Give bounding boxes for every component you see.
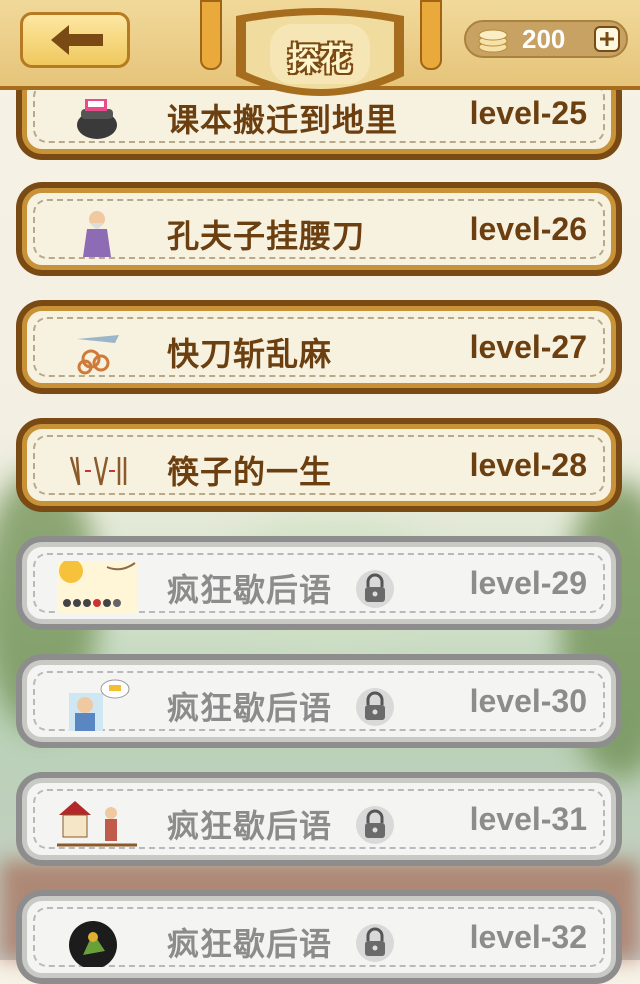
- level-row-27[interactable]: 快刀斩乱麻 level-27: [16, 300, 622, 394]
- old-woman-well-icon: [57, 801, 137, 847]
- level-row-28[interactable]: 筷子的一生 level-28: [16, 418, 622, 512]
- level-title: 快刀斩乱麻: [167, 335, 333, 373]
- level-row-32[interactable]: 疯狂歇后语 level-32: [16, 890, 622, 984]
- level-row-26[interactable]: 孔夫子挂腰刀 level-26: [16, 182, 622, 276]
- level-number: level-26: [469, 211, 587, 247]
- coin-counter: 200: [464, 20, 628, 58]
- back-button[interactable]: [20, 12, 130, 68]
- add-coins-button[interactable]: [594, 26, 620, 52]
- cooking-pot-icon: [77, 99, 117, 139]
- level-number: level-30: [469, 683, 587, 719]
- padlock-icon: [356, 924, 394, 962]
- crowd-sun-icon: [57, 561, 137, 613]
- padlock-icon: [356, 806, 394, 844]
- confucius-icon: [83, 211, 111, 257]
- coin-stack-icon: [478, 29, 508, 53]
- padlock-icon: [356, 688, 394, 726]
- level-title: 疯狂歇后语: [167, 689, 333, 727]
- page-title: 探花: [287, 40, 352, 78]
- level-row-29[interactable]: 疯狂歇后语 level-29: [16, 536, 622, 630]
- level-number: level-31: [469, 801, 587, 837]
- level-list: 课本搬迁到地里 level-25 孔夫子挂腰刀 level-26 快刀斩乱麻 l…: [0, 0, 640, 984]
- chopsticks-icon: [69, 456, 127, 486]
- back-arrow-icon: [51, 25, 103, 55]
- level-title: 筷子的一生: [167, 453, 333, 491]
- circle-figure-icon: [69, 921, 117, 967]
- coin-count: 200: [522, 24, 566, 54]
- level-title: 疯狂歇后语: [167, 925, 333, 963]
- level-row-31[interactable]: 疯狂歇后语 level-31: [16, 772, 622, 866]
- level-title: 疯狂歇后语: [167, 571, 333, 609]
- header-pillar-right: [420, 0, 442, 70]
- man-thinking-gold-icon: [69, 679, 130, 731]
- level-number: level-32: [469, 919, 587, 955]
- level-number: level-28: [469, 447, 587, 483]
- level-title: 疯狂歇后语: [167, 807, 333, 845]
- level-number: level-27: [469, 329, 587, 365]
- level-row-30[interactable]: 疯狂歇后语 level-30: [16, 654, 622, 748]
- level-title: 孔夫子挂腰刀: [167, 217, 366, 255]
- plus-icon: [600, 32, 614, 46]
- level-number: level-25: [469, 95, 587, 131]
- header-pillar-left: [200, 0, 222, 70]
- level-number: level-29: [469, 565, 587, 601]
- padlock-icon: [356, 570, 394, 608]
- title-plaque: 探花: [230, 6, 410, 116]
- knife-hemp-icon: [77, 335, 119, 375]
